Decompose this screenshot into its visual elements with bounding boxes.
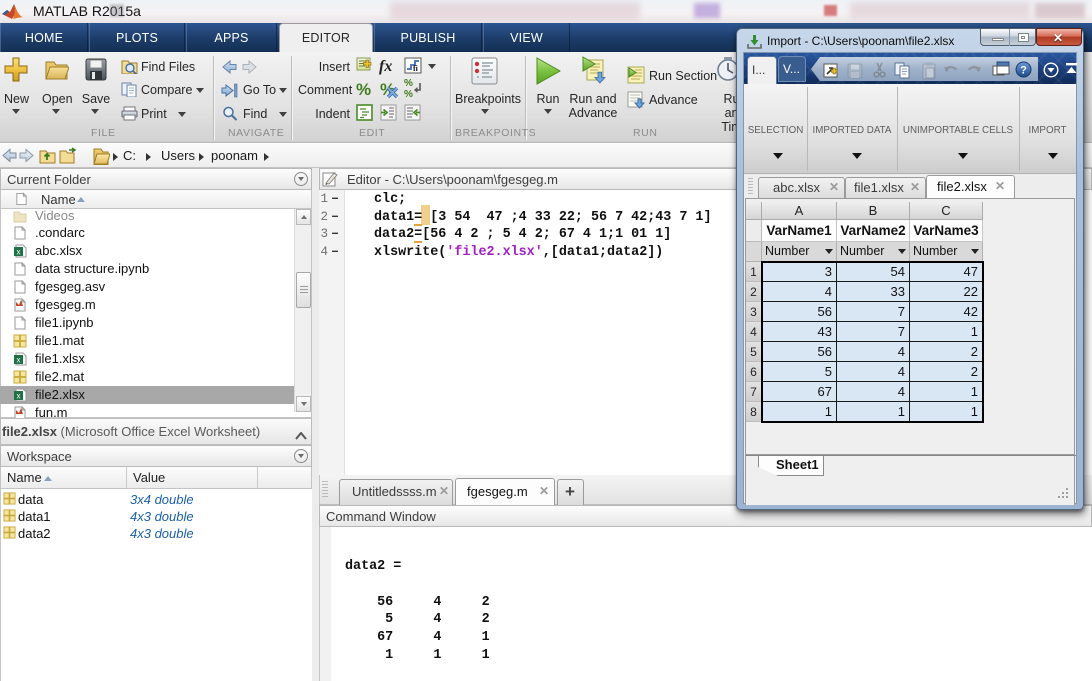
svg-text:x: x: [17, 392, 21, 401]
svg-text:?: ?: [1020, 65, 1027, 77]
svg-text:fi: fi: [413, 64, 419, 73]
svg-text:x: x: [17, 356, 21, 365]
svg-text:x: x: [17, 248, 21, 257]
